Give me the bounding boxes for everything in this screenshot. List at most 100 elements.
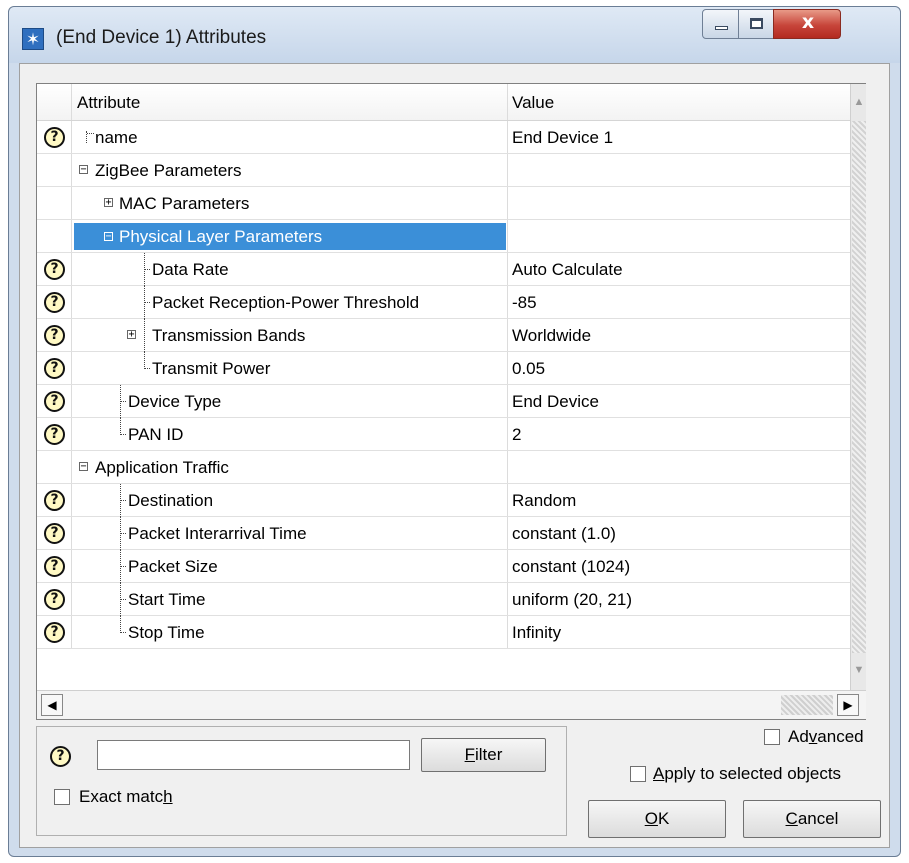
- attribute-label: Data Rate: [152, 260, 229, 279]
- attribute-value[interactable]: constant (1024): [507, 550, 850, 582]
- tree-line: [120, 533, 121, 550]
- attribute-value[interactable]: [507, 451, 850, 483]
- help-icon[interactable]: ?: [44, 589, 65, 610]
- table-row[interactable]: ? Destination Random: [37, 484, 850, 517]
- tree-line: [144, 286, 150, 303]
- help-icon[interactable]: ?: [50, 746, 71, 767]
- attribute-value[interactable]: 0.05: [507, 352, 850, 384]
- help-icon[interactable]: ?: [44, 622, 65, 643]
- attribute-label: Start Time: [128, 590, 206, 609]
- filter-panel: ? Filter Exact match: [36, 726, 567, 836]
- attribute-value[interactable]: End Device: [507, 385, 850, 417]
- collapse-icon[interactable]: −: [79, 165, 88, 175]
- vertical-scrollbar[interactable]: ▲ ▼: [850, 84, 866, 690]
- attribute-label: Stop Time: [128, 623, 205, 642]
- minimize-icon: [715, 26, 728, 30]
- help-icon[interactable]: ?: [44, 358, 65, 379]
- filter-button[interactable]: Filter: [421, 738, 546, 772]
- attribute-value[interactable]: End Device 1: [507, 121, 850, 153]
- help-icon[interactable]: ?: [44, 523, 65, 544]
- horizontal-scroll-thumb[interactable]: [781, 695, 833, 715]
- cancel-button[interactable]: Cancel: [743, 800, 881, 838]
- table-row[interactable]: ? Stop Time Infinity: [37, 616, 850, 649]
- tree-line: [120, 401, 121, 418]
- close-icon: x: [801, 11, 815, 33]
- apply-to-selected-label[interactable]: Apply to selected objects: [653, 764, 841, 784]
- advanced-label[interactable]: Advanced: [788, 727, 864, 747]
- attribute-value[interactable]: [507, 220, 850, 252]
- help-icon[interactable]: ?: [44, 391, 65, 412]
- value-column-header[interactable]: Value: [507, 84, 850, 120]
- attribute-label: PAN ID: [128, 425, 184, 444]
- attribute-label: name: [95, 128, 138, 147]
- tree-line: [120, 517, 126, 534]
- attribute-label: Destination: [128, 491, 214, 510]
- table-row[interactable]: ? Device Type End Device: [37, 385, 850, 418]
- ok-button[interactable]: OK: [588, 800, 726, 838]
- scroll-down-icon[interactable]: ▼: [851, 664, 867, 681]
- title-bar[interactable]: ✶ (End Device 1) Attributes x: [9, 7, 900, 63]
- apply-to-selected-checkbox[interactable]: [630, 766, 646, 782]
- attribute-table: Attribute Value ? name End Device 1 − Zi…: [36, 83, 866, 720]
- scroll-left-icon[interactable]: ◀: [41, 694, 63, 716]
- tree-line: [120, 616, 126, 633]
- attribute-value[interactable]: 2: [507, 418, 850, 450]
- tree-line: [120, 484, 126, 501]
- attribute-label: Device Type: [128, 392, 222, 411]
- table-row[interactable]: ? + Transmission Bands Worldwide: [37, 319, 850, 352]
- help-icon[interactable]: ?: [44, 127, 65, 148]
- table-row[interactable]: ? name End Device 1: [37, 121, 850, 154]
- vertical-scroll-thumb[interactable]: [852, 121, 866, 653]
- attribute-label: Packet Size: [128, 557, 218, 576]
- attribute-label: MAC Parameters: [119, 194, 250, 213]
- attribute-value[interactable]: -85: [507, 286, 850, 318]
- table-row[interactable]: ? Data Rate Auto Calculate: [37, 253, 850, 286]
- help-icon[interactable]: ?: [44, 259, 65, 280]
- table-row[interactable]: ? PAN ID 2: [37, 418, 850, 451]
- attribute-value[interactable]: Infinity: [507, 616, 850, 648]
- table-row[interactable]: ? Transmit Power 0.05: [37, 352, 850, 385]
- table-row[interactable]: ? Packet Size constant (1024): [37, 550, 850, 583]
- scroll-up-icon[interactable]: ▲: [851, 96, 867, 113]
- table-row[interactable]: − Application Traffic: [37, 451, 850, 484]
- table-row[interactable]: − Physical Layer Parameters: [37, 220, 850, 253]
- table-row[interactable]: ? Start Time uniform (20, 21): [37, 583, 850, 616]
- table-row[interactable]: ? Packet Interarrival Time constant (1.0…: [37, 517, 850, 550]
- attribute-value[interactable]: [507, 154, 850, 186]
- collapse-icon[interactable]: −: [79, 462, 88, 472]
- exact-match-checkbox[interactable]: [54, 789, 70, 805]
- tree-line: [120, 418, 126, 435]
- maximize-button[interactable]: [738, 9, 774, 39]
- horizontal-scrollbar[interactable]: ◀ ▶: [37, 690, 866, 719]
- filter-input[interactable]: [97, 740, 410, 770]
- minimize-button[interactable]: [702, 9, 739, 39]
- attribute-label: Transmission Bands: [152, 326, 306, 345]
- attribute-value[interactable]: Random: [507, 484, 850, 516]
- collapse-icon[interactable]: −: [104, 232, 113, 242]
- scroll-right-icon[interactable]: ▶: [837, 694, 859, 716]
- exact-match-label[interactable]: Exact match: [79, 787, 173, 807]
- expand-icon[interactable]: +: [104, 198, 113, 208]
- maximize-icon: [750, 18, 763, 29]
- attribute-value[interactable]: [507, 187, 850, 219]
- help-icon[interactable]: ?: [44, 490, 65, 511]
- attribute-label: ZigBee Parameters: [95, 161, 242, 180]
- attribute-label: Packet Reception-Power Threshold: [152, 293, 420, 312]
- advanced-checkbox[interactable]: [764, 729, 780, 745]
- help-icon[interactable]: ?: [44, 292, 65, 313]
- help-icon[interactable]: ?: [44, 556, 65, 577]
- attribute-value[interactable]: uniform (20, 21): [507, 583, 850, 615]
- table-row[interactable]: ? Packet Reception-Power Threshold -85: [37, 286, 850, 319]
- table-row[interactable]: − ZigBee Parameters: [37, 154, 850, 187]
- help-icon[interactable]: ?: [44, 325, 65, 346]
- attribute-column-header[interactable]: Attribute: [71, 84, 507, 120]
- attribute-value[interactable]: Worldwide: [507, 319, 850, 351]
- attribute-value[interactable]: Auto Calculate: [507, 253, 850, 285]
- table-row[interactable]: + MAC Parameters: [37, 187, 850, 220]
- tree-line: [120, 550, 126, 567]
- tree-line: [120, 599, 121, 616]
- close-button[interactable]: x: [773, 9, 841, 39]
- expand-icon[interactable]: +: [127, 330, 136, 340]
- help-icon[interactable]: ?: [44, 424, 65, 445]
- attribute-value[interactable]: constant (1.0): [507, 517, 850, 549]
